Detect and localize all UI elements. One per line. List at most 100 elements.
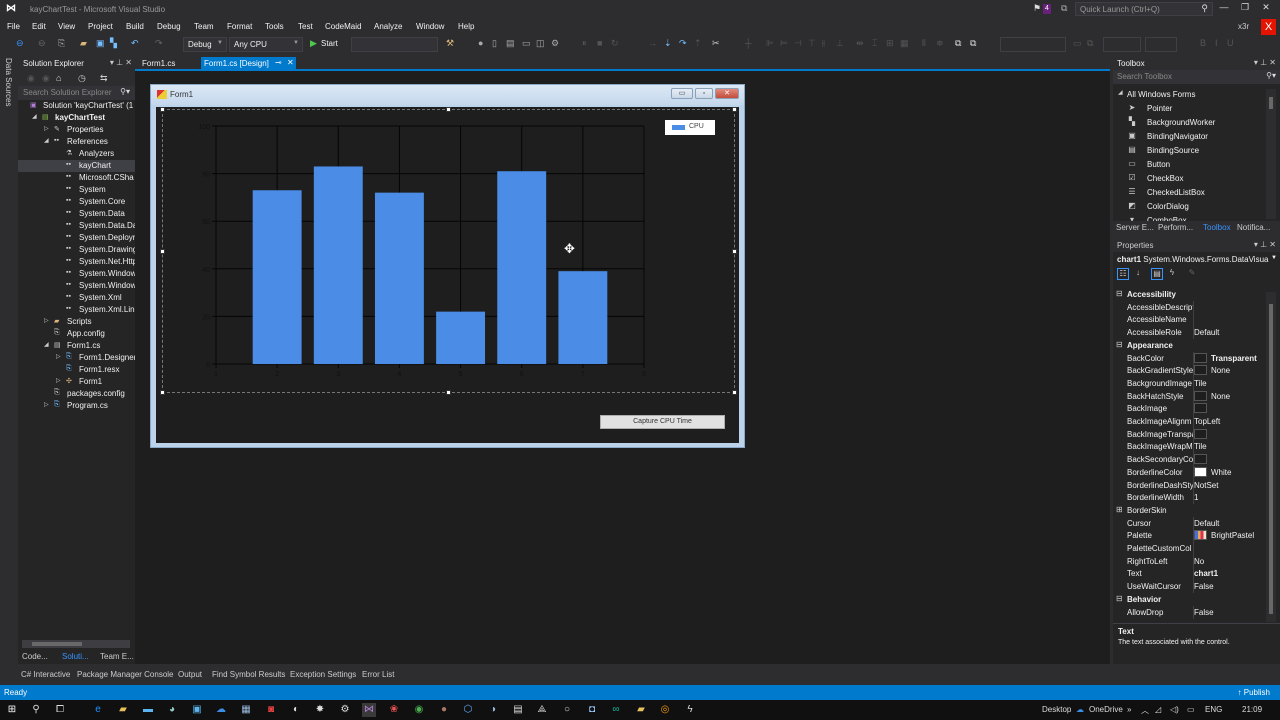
pin-icon[interactable]: ⊥ bbox=[1260, 240, 1267, 249]
form-close-button[interactable]: ✕ bbox=[715, 88, 739, 99]
tab-toolbox[interactable]: Toolbox bbox=[1203, 223, 1231, 232]
property-pages-wrench-icon[interactable]: ✎ bbox=[1186, 268, 1198, 280]
property-category[interactable]: ⊟ Behavior bbox=[1113, 593, 1265, 606]
expand-icon[interactable]: ⊞ bbox=[1116, 505, 1123, 514]
property-row[interactable]: Text chart1 bbox=[1113, 567, 1265, 581]
menu-format[interactable]: Format bbox=[227, 22, 252, 31]
property-category[interactable]: ⊞ BorderSkin bbox=[1113, 504, 1265, 517]
steam-icon[interactable]: ◕ bbox=[165, 703, 179, 717]
align-bottoms-icon[interactable]: ⊥ bbox=[836, 38, 844, 49]
sync-icon[interactable]: ⇆ bbox=[100, 73, 108, 84]
property-value[interactable]: None bbox=[1211, 366, 1230, 375]
onedrive-app-icon[interactable]: ☁ bbox=[214, 703, 228, 717]
tree-item[interactable]: ▪▪ System.Deployr bbox=[18, 232, 135, 244]
camera-app-icon[interactable]: ◘ bbox=[585, 703, 599, 717]
restore-button[interactable]: ❐ bbox=[1237, 2, 1253, 16]
tree-item[interactable]: ▷ ▰ Scripts bbox=[18, 316, 135, 328]
property-value[interactable]: Tile bbox=[1194, 379, 1207, 388]
tree-item[interactable]: ▷ ⎘ Program.cs bbox=[18, 400, 135, 412]
size-to-grid-icon[interactable]: ▦ bbox=[900, 38, 909, 49]
tab-team-explorer[interactable]: Team E... bbox=[100, 652, 134, 661]
notification-flag-icon[interactable]: ⚑ bbox=[1033, 3, 1041, 14]
tray-language[interactable]: ENG bbox=[1205, 705, 1222, 714]
app-window-icon[interactable]: ▣ bbox=[190, 703, 204, 717]
save-all-icon[interactable]: ▚ bbox=[110, 38, 117, 49]
resize-handle[interactable] bbox=[732, 107, 737, 112]
volume-icon[interactable]: ◁) bbox=[1170, 705, 1179, 714]
toolbox-item[interactable]: ☑ CheckBox bbox=[1113, 171, 1263, 185]
onedrive-tray-icon[interactable]: ☁ bbox=[1076, 705, 1084, 714]
vertical-spacing-icon[interactable]: ≑ bbox=[936, 38, 944, 49]
stop-icon[interactable]: ■ bbox=[597, 38, 602, 48]
border-icon[interactable]: ▭ bbox=[1073, 38, 1082, 49]
tree-item[interactable]: ▷ ✣ Form1 bbox=[18, 376, 135, 388]
vertical-scrollbar[interactable] bbox=[1266, 89, 1276, 219]
network-icon[interactable]: ◿ bbox=[1155, 705, 1161, 714]
pin-icon[interactable]: ⊥ bbox=[1260, 58, 1267, 67]
tree-item[interactable]: ▷ ✎ Properties bbox=[18, 124, 135, 136]
find-in-files-icon[interactable]: ⚒ bbox=[446, 38, 454, 49]
menu-file[interactable]: File bbox=[7, 22, 20, 31]
property-row[interactable]: BorderlineWidth 1 bbox=[1113, 491, 1265, 505]
tab-form1-cs[interactable]: Form1.cs bbox=[139, 57, 178, 69]
tray-onedrive[interactable]: OneDrive bbox=[1089, 705, 1123, 714]
package-icon[interactable]: ▤ bbox=[506, 38, 515, 49]
start-play-icon[interactable]: ▶ bbox=[310, 38, 317, 49]
align-middles-icon[interactable]: ⫲ bbox=[822, 38, 825, 49]
sticky-notes-icon[interactable]: ▰ bbox=[116, 703, 130, 717]
toolbox-item[interactable]: ☰ CheckedListBox bbox=[1113, 185, 1263, 199]
underline-icon[interactable]: U bbox=[1227, 38, 1234, 48]
close-icon[interactable]: ✕ bbox=[287, 58, 294, 67]
tree-item[interactable]: ▷ ⎘ Form1.Designer bbox=[18, 352, 135, 364]
step-into-icon[interactable]: ⇣ bbox=[664, 38, 672, 49]
tab-performance[interactable]: Perform... bbox=[1158, 223, 1193, 232]
pause-icon[interactable]: ⏸ bbox=[582, 38, 587, 49]
events-lightning-icon[interactable]: ϟ bbox=[1166, 268, 1178, 280]
menu-help[interactable]: Help bbox=[458, 22, 474, 31]
edge-browser-icon[interactable]: e bbox=[91, 703, 105, 717]
triangle-app-icon[interactable]: ⟁ bbox=[535, 703, 549, 717]
home-icon[interactable]: ⌂ bbox=[56, 73, 61, 83]
tree-item[interactable]: ▪▪ System.Net.Http bbox=[18, 256, 135, 268]
tab-csharp-interactive[interactable]: C# Interactive bbox=[21, 670, 70, 679]
misc-app-icon[interactable]: ϟ bbox=[683, 703, 697, 717]
align-tops-icon[interactable]: ⊤ bbox=[808, 38, 816, 49]
tree-item[interactable]: ▪▪ System.Window bbox=[18, 268, 135, 280]
resize-handle[interactable] bbox=[160, 107, 165, 112]
tree-item[interactable]: ▪▪ System.Core bbox=[18, 196, 135, 208]
close-button[interactable]: ✕ bbox=[1258, 2, 1274, 16]
menu-tools[interactable]: Tools bbox=[265, 22, 284, 31]
make-same-height-icon[interactable]: ⌶ bbox=[872, 38, 877, 49]
menu-window[interactable]: Window bbox=[416, 22, 444, 31]
make-same-width-icon[interactable]: ⇹ bbox=[856, 38, 864, 49]
tree-item[interactable]: ▣ Solution 'kayChartTest' (1 bbox=[18, 100, 135, 112]
tab-find-symbol-results[interactable]: Find Symbol Results bbox=[212, 670, 285, 679]
property-category[interactable]: ⊟ Appearance bbox=[1113, 339, 1265, 352]
scrollbar-thumb[interactable] bbox=[32, 642, 82, 646]
resize-handle[interactable] bbox=[732, 249, 737, 254]
menu-build[interactable]: Build bbox=[126, 22, 144, 31]
dropdown-icon[interactable]: ▾ bbox=[110, 58, 114, 67]
collapse-arrow-icon[interactable]: ◢ bbox=[44, 341, 49, 348]
dropdown-icon[interactable]: ▾ bbox=[1254, 58, 1258, 67]
resize-handle[interactable] bbox=[732, 390, 737, 395]
horizontal-scrollbar[interactable] bbox=[22, 640, 130, 648]
resize-handle[interactable] bbox=[160, 249, 165, 254]
step-over-icon[interactable]: ↷ bbox=[679, 38, 687, 49]
property-value[interactable]: BrightPastel bbox=[1211, 531, 1254, 540]
remote-desktop-icon[interactable]: ▬ bbox=[141, 703, 155, 717]
collapse-arrow-icon[interactable]: ◢ bbox=[44, 137, 49, 144]
windows-start-icon[interactable]: ⊞ bbox=[5, 703, 19, 717]
unity-icon[interactable]: ◐ bbox=[289, 703, 303, 717]
tree-item[interactable]: ▪▪ kayChart bbox=[18, 160, 135, 172]
tab-exception-settings[interactable]: Exception Settings bbox=[290, 670, 356, 679]
menu-edit[interactable]: Edit bbox=[32, 22, 46, 31]
property-row[interactable]: BackHatchStyle None bbox=[1113, 389, 1265, 403]
menu-codemaid[interactable]: CodeMaid bbox=[325, 22, 361, 31]
property-value[interactable]: Default bbox=[1194, 519, 1219, 528]
show-next-statement-icon[interactable]: → bbox=[648, 38, 657, 48]
show-hidden-icons-icon[interactable]: ︿ bbox=[1141, 705, 1149, 716]
forward-icon[interactable]: ◉ bbox=[42, 73, 50, 84]
device-icon[interactable]: ▯ bbox=[492, 38, 497, 49]
align-grid-icon[interactable]: ┼ bbox=[745, 38, 751, 48]
